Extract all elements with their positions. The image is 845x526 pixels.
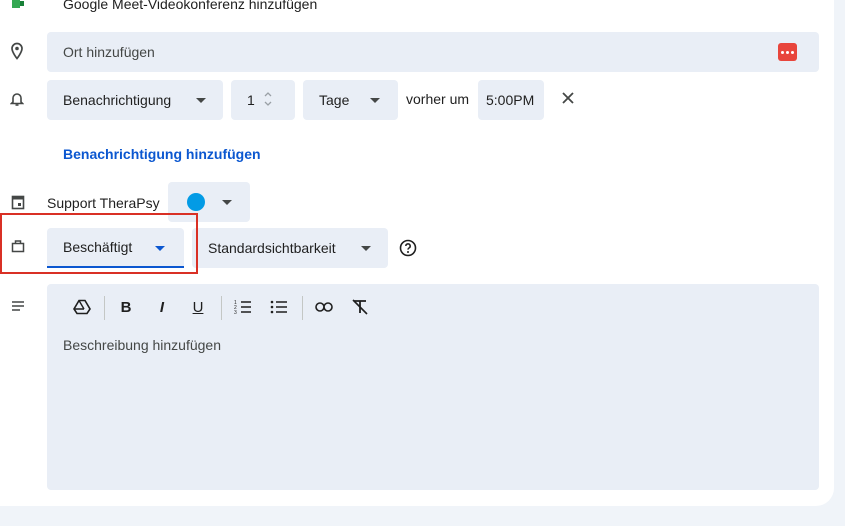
toolbar-divider — [221, 296, 222, 320]
drive-icon[interactable] — [71, 296, 93, 318]
help-icon[interactable] — [399, 239, 417, 257]
notification-amount-stepper[interactable]: 1 — [231, 80, 295, 120]
calendar-color-swatch — [187, 193, 205, 211]
meet-icon — [8, 0, 28, 14]
calendar-name: Support TheraPsy — [47, 195, 160, 211]
description-placeholder[interactable]: Beschreibung hinzufügen — [63, 337, 221, 353]
notification-type-label: Benachrichtigung — [63, 92, 172, 108]
location-icon — [7, 41, 27, 61]
close-icon[interactable] — [560, 90, 576, 106]
link-icon[interactable] — [313, 296, 335, 318]
stepper-icon[interactable] — [263, 90, 273, 110]
bell-icon — [7, 89, 27, 109]
notification-time-input[interactable]: 5:00PM — [478, 80, 544, 120]
underline-icon[interactable]: U — [187, 296, 209, 318]
svg-text:3: 3 — [234, 310, 237, 315]
description-icon — [8, 296, 28, 316]
toolbar-divider — [104, 296, 105, 320]
chevron-down-icon — [370, 98, 380, 103]
visibility-select[interactable]: Standardsichtbarkeit — [192, 228, 388, 268]
bulleted-list-icon[interactable] — [268, 296, 290, 318]
more-icon[interactable] — [778, 43, 797, 61]
chevron-down-icon — [361, 246, 371, 251]
notification-unit-select[interactable]: Tage — [303, 80, 398, 120]
notification-type-select[interactable]: Benachrichtigung — [47, 80, 223, 120]
notification-unit: Tage — [319, 92, 350, 108]
visibility-label: Standardsichtbarkeit — [208, 240, 336, 256]
notification-amount: 1 — [247, 92, 255, 108]
location-input[interactable]: Ort hinzufügen — [47, 32, 819, 72]
numbered-list-icon[interactable]: 123 — [232, 296, 254, 318]
add-notification-link[interactable]: Benachrichtigung hinzufügen — [63, 146, 261, 162]
calendar-icon — [8, 192, 28, 212]
toolbar-divider — [302, 296, 303, 320]
chevron-down-icon — [222, 200, 232, 205]
before-at-label: vorher um — [406, 91, 470, 107]
italic-icon[interactable]: I — [151, 296, 173, 318]
meet-label[interactable]: Google Meet-Videokonferenz hinzufügen — [63, 0, 317, 12]
location-placeholder: Ort hinzufügen — [63, 44, 155, 60]
bold-icon[interactable]: B — [115, 296, 137, 318]
notification-time: 5:00PM — [486, 92, 535, 108]
chevron-down-icon — [196, 98, 206, 103]
clear-format-icon[interactable] — [349, 296, 371, 318]
highlight-box — [0, 213, 198, 274]
